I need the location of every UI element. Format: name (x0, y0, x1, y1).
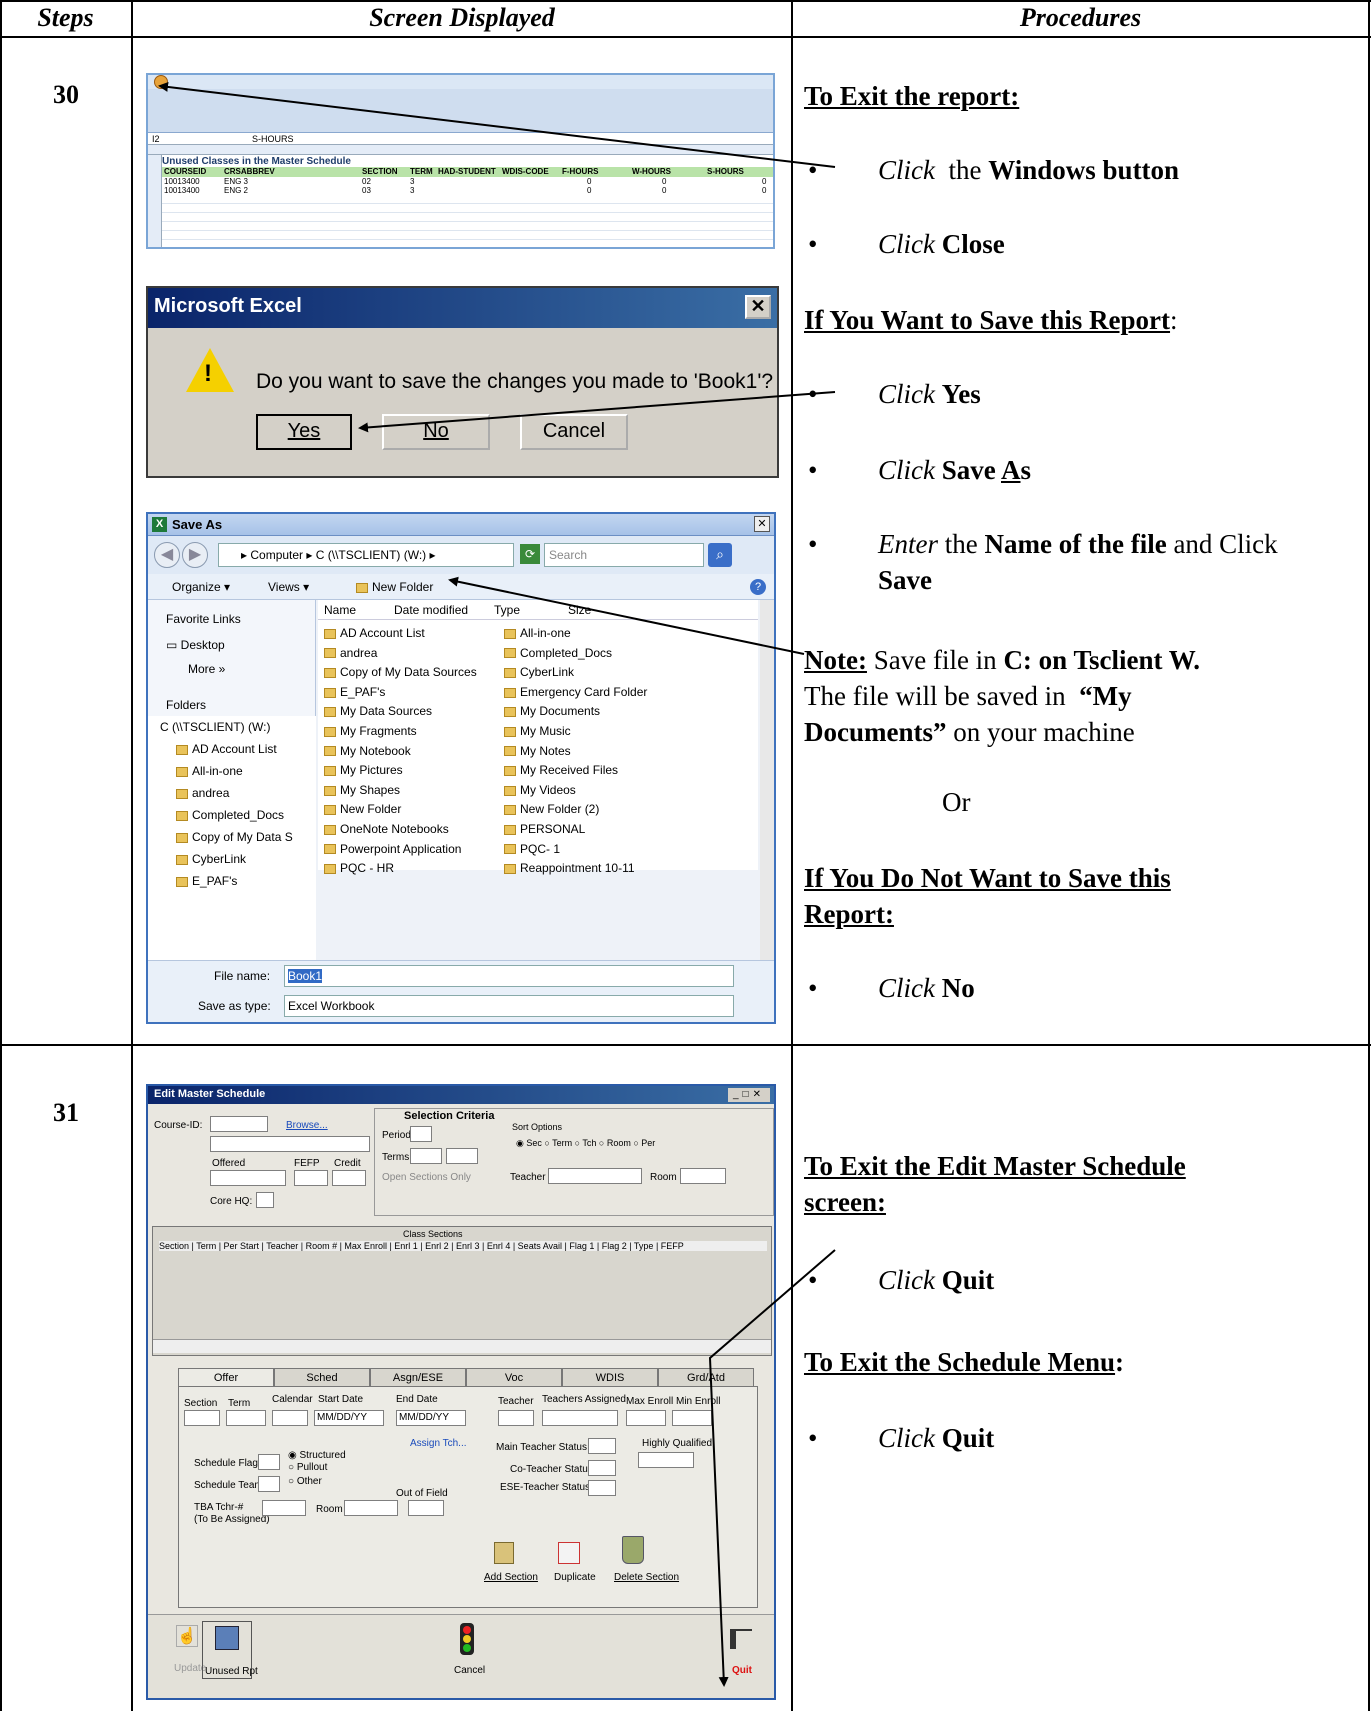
arrow-to-yes-button (358, 391, 836, 433)
annotation-arrows (158, 81, 836, 1687)
arrow-to-address-bar (448, 576, 805, 655)
arrow-to-quit-button (708, 1249, 836, 1687)
arrow-to-windows-button (158, 81, 836, 168)
